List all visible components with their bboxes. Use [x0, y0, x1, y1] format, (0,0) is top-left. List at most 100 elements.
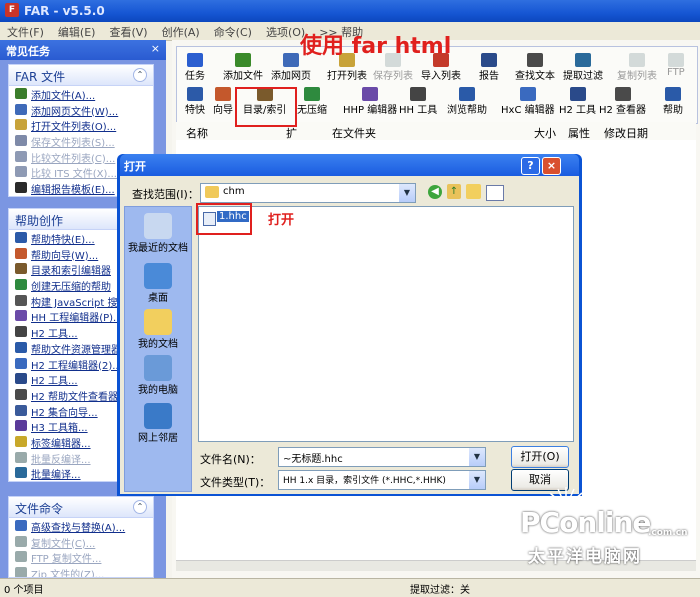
- place-item[interactable]: 网上邻居: [125, 403, 191, 444]
- task-section-header[interactable]: 文件命令 ⌃: [9, 497, 153, 518]
- toolbar-label: 提取过滤: [563, 71, 603, 82]
- place-label: 网上邻居: [138, 433, 178, 444]
- task-item-label: 帮助文件资源管理器: [31, 344, 121, 356]
- chevron-down-icon[interactable]: ▼: [469, 448, 485, 466]
- task-item[interactable]: 高级查找与替换(A)...: [9, 518, 153, 534]
- task-item-label: 目录和索引编辑器: [31, 266, 111, 278]
- filename-value: ~无标题.hhc: [283, 454, 343, 465]
- toolbar-icon: [410, 87, 427, 101]
- place-item[interactable]: 桌面: [125, 263, 191, 304]
- new-folder-icon[interactable]: [466, 184, 481, 199]
- look-in-value: chm: [223, 186, 245, 197]
- chevron-down-icon[interactable]: ▼: [399, 184, 415, 202]
- task-section: 文件命令 ⌃ 高级查找与替换(A)... 复制文件(C)... FTP 复制文件... Z…: [8, 496, 154, 578]
- task-icon: [15, 535, 27, 547]
- column-header-cell[interactable]: 属性: [568, 125, 590, 141]
- toolbar-button[interactable]: 添加文件: [223, 53, 263, 82]
- column-header-cell[interactable]: 扩: [286, 125, 297, 141]
- task-icon: [15, 551, 27, 563]
- task-item[interactable]: 添加文件(A)...: [9, 86, 153, 102]
- toolbar-icon: [215, 87, 231, 101]
- toolbar-label: FTP: [667, 67, 685, 78]
- open-button[interactable]: 打开(O): [511, 446, 569, 468]
- toolbar-label: 浏览帮助: [447, 105, 487, 116]
- task-item-label: 创建无压缩的帮助: [31, 282, 111, 293]
- task-item[interactable]: Zip 文件的(Z)...: [9, 565, 153, 578]
- place-item[interactable]: 我的文档: [125, 309, 191, 350]
- toolbar-button[interactable]: 提取过滤: [563, 53, 603, 82]
- column-header-cell[interactable]: 修改日期: [604, 125, 648, 141]
- task-item-label: 比较 ITS 文件(X)...: [31, 169, 117, 181]
- task-item[interactable]: 复制文件(C)...: [9, 534, 153, 550]
- place-icon: [144, 355, 172, 381]
- task-icon: [15, 310, 27, 322]
- filetype-value: HH 1.x 目录，索引文件 (*.HHC,*.HHK): [283, 476, 446, 486]
- task-item-label: 打开文件列表(O)...: [31, 122, 117, 134]
- close-icon[interactable]: ×: [151, 42, 160, 55]
- task-item[interactable]: FTP 复制文件...: [9, 549, 153, 565]
- menu-item[interactable]: 创作(A): [155, 22, 207, 40]
- toolbar-button[interactable]: 报告: [479, 53, 499, 82]
- look-in-label: 查找范围(I)：: [132, 188, 199, 201]
- back-icon[interactable]: ◀: [428, 185, 442, 199]
- toolbar-label: H2 查看器: [599, 105, 647, 116]
- toolbar-button[interactable]: H2 查看器: [599, 87, 646, 116]
- toolbar-button[interactable]: 任务: [185, 53, 205, 82]
- task-item[interactable]: 添加网页文件(W)...: [9, 102, 153, 117]
- place-item[interactable]: 我最近的文档: [125, 213, 191, 254]
- task-item-label: FTP 复制文件...: [31, 554, 102, 566]
- task-item-label: 高级查找与替换(A)...: [31, 523, 126, 534]
- help-button[interactable]: ?: [521, 157, 540, 175]
- toolbar-label: 查找文本: [515, 71, 555, 82]
- up-folder-icon[interactable]: ↑: [447, 184, 461, 199]
- chevron-down-icon[interactable]: ▼: [469, 471, 485, 489]
- toolbar-icon: [519, 87, 536, 101]
- toolbar-button[interactable]: 复制列表: [617, 53, 657, 82]
- task-item-label: Zip 文件的(Z)...: [31, 570, 105, 578]
- task-icon: [15, 103, 27, 115]
- task-item-label: 比较文件列表(C)...: [31, 153, 116, 165]
- filename-input[interactable]: ~无标题.hhc ▼: [278, 447, 486, 467]
- toolbar-button[interactable]: 查找文本: [515, 53, 555, 82]
- column-header-cell[interactable]: 名称: [186, 125, 208, 141]
- toolbar-label: 复制列表: [617, 71, 657, 82]
- toolbar-label: 帮助: [663, 105, 683, 116]
- column-header-cell[interactable]: 在文件夹: [332, 125, 376, 141]
- task-item-label: 复制文件(C)...: [31, 538, 96, 550]
- task-item-label: 帮助特快(E)...: [31, 235, 95, 246]
- collapse-icon[interactable]: ⌃: [133, 500, 147, 514]
- file-area[interactable]: 1.hhc: [198, 206, 574, 442]
- app-icon: F: [5, 3, 19, 17]
- menu-item[interactable]: 编辑(E): [51, 22, 103, 40]
- task-item-label: H2 帮助文件查看器: [31, 391, 119, 403]
- toolbar-icon: [575, 53, 591, 67]
- filetype-select[interactable]: HH 1.x 目录，索引文件 (*.HHC,*.HHK) ▼: [278, 470, 486, 490]
- filename-label: 文件名(N)：: [200, 453, 261, 466]
- toolbar-button[interactable]: 向导: [213, 87, 233, 116]
- toolbar-button[interactable]: HH 工具: [399, 87, 437, 116]
- view-menu-icon[interactable]: [486, 185, 504, 201]
- toolbar-button[interactable]: 浏览帮助: [447, 87, 487, 116]
- menu-item[interactable]: 文件(F): [0, 22, 51, 40]
- menu-item[interactable]: 命令(C): [207, 22, 259, 40]
- task-section-header[interactable]: FAR 文件 ⌃: [9, 65, 153, 86]
- toolbar-button[interactable]: HHP 编辑器: [343, 87, 397, 116]
- toolbar-button[interactable]: HxC 编辑器: [501, 87, 555, 116]
- menu-item[interactable]: 查看(V): [102, 22, 154, 40]
- status-item-count: 0 个项目: [4, 585, 44, 596]
- toolbar-button[interactable]: H2 工具: [559, 87, 596, 116]
- place-icon: [144, 213, 172, 239]
- task-item[interactable]: 保存文件列表(S)...: [9, 133, 153, 149]
- dialog-close-button[interactable]: ×: [542, 157, 561, 175]
- look-in-combo[interactable]: chm ▼: [200, 183, 416, 203]
- toolbar-button[interactable]: FTP: [667, 53, 685, 78]
- collapse-icon[interactable]: ⌃: [133, 68, 147, 82]
- place-item[interactable]: 我的电脑: [125, 355, 191, 396]
- toolbar-button[interactable]: 无压缩: [297, 87, 327, 116]
- toolbar-button[interactable]: 特快: [185, 87, 205, 116]
- task-item[interactable]: 打开文件列表(O)...: [9, 117, 153, 133]
- task-item-label: 帮助向导(W)...: [31, 250, 99, 262]
- highlight-box: [235, 87, 297, 127]
- column-header-cell[interactable]: 大小: [534, 125, 556, 141]
- toolbar-button[interactable]: 帮助: [663, 87, 683, 116]
